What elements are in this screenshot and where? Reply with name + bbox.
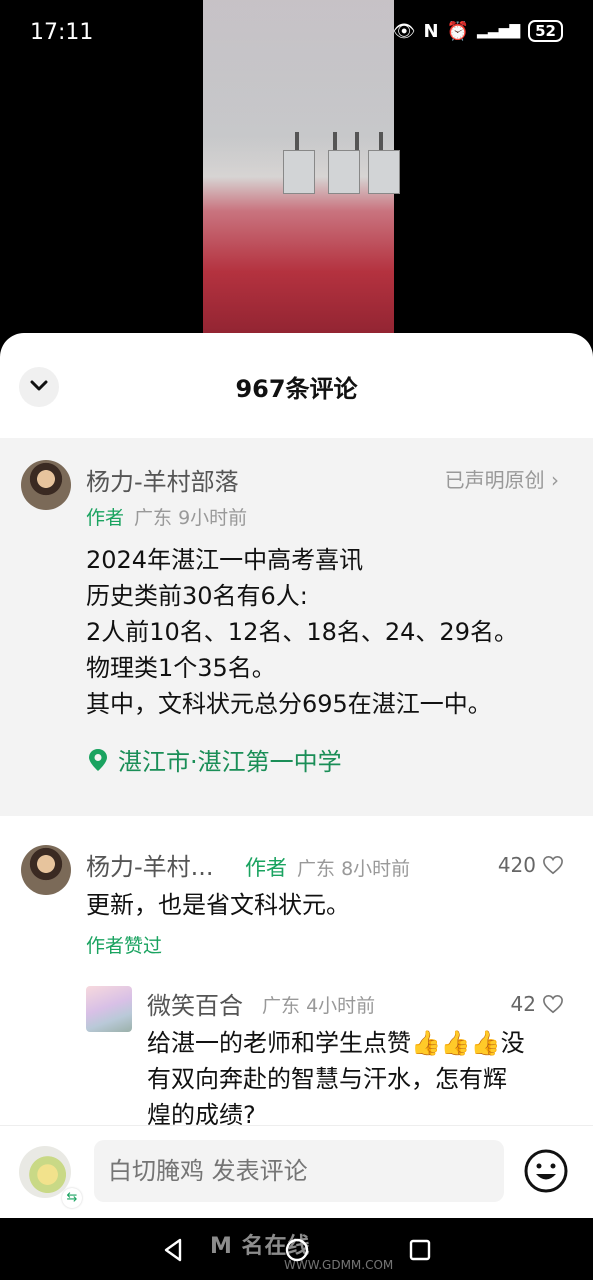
- video-turnstile: [328, 150, 360, 194]
- comment-time: 4小时前: [306, 995, 376, 1017]
- heart-icon: [543, 855, 563, 875]
- eye-icon: 👁: [392, 20, 416, 42]
- heart-icon: [543, 994, 563, 1014]
- comment-region: 广东: [297, 858, 336, 880]
- comment-username[interactable]: 杨力-羊村...: [86, 847, 214, 882]
- comment-body: 给湛一的老师和学生点赞👍👍👍没 有双向奔赴的智慧与汗水，怎有辉 煌的成绩?: [147, 1029, 525, 1129]
- status-time: 17:11: [30, 20, 94, 45]
- switch-account-icon[interactable]: ⇆: [62, 1188, 82, 1208]
- author-tag: 作者: [245, 856, 287, 880]
- comment-sheet: 967条评论 杨力-羊村部落 已声明原创 › 作者 广东 9小时前 2024年湛江…: [0, 333, 593, 1218]
- author-liked-tag: 作者赞过: [86, 935, 163, 957]
- back-icon[interactable]: [162, 1238, 184, 1262]
- comment-username[interactable]: 杨力-羊村部落: [86, 462, 239, 497]
- comment-username[interactable]: 微笑百合: [147, 986, 243, 1021]
- like-count: 42: [510, 992, 536, 1016]
- video-post: [355, 132, 359, 150]
- comment-body: 更新，也是省文科状元。: [86, 891, 350, 919]
- nfc-icon: N: [423, 20, 439, 42]
- watermark-text: M 名在线: [210, 1234, 311, 1259]
- status-icons: 👁 N ⏰ ▂▃▅▇ 52: [393, 20, 563, 42]
- location-pin-icon: [89, 748, 107, 771]
- avatar[interactable]: [21, 460, 71, 510]
- watermark-url: WWW.GDMM.COM: [284, 1258, 394, 1272]
- alarm-icon: ⏰: [446, 20, 470, 42]
- original-claim-link[interactable]: 已声明原创 ›: [445, 464, 559, 493]
- video-post: [295, 132, 299, 150]
- recents-icon[interactable]: [408, 1238, 432, 1262]
- video-player[interactable]: [203, 0, 400, 340]
- pinned-comment[interactable]: 杨力-羊村部落 已声明原创 › 作者 广东 9小时前 2024年湛江一中高考喜讯 …: [0, 438, 593, 816]
- comment-meta: 作者 广东 8小时前: [245, 852, 410, 882]
- comment-body: 2024年湛江一中高考喜讯 历史类前30名有6人: 2人前10名、12名、18名…: [86, 546, 518, 718]
- signal-icon: ▂▃▅▇: [477, 23, 521, 39]
- location-link[interactable]: 湛江市·湛江第一中学: [88, 742, 342, 777]
- comment-region: 广东: [262, 995, 301, 1017]
- comment-composer: ⇆: [0, 1125, 593, 1219]
- comment-meta: 作者 广东 9小时前: [86, 503, 247, 530]
- system-nav-bar: M 名在线 WWW.GDMM.COM: [0, 1218, 593, 1280]
- avatar[interactable]: [86, 986, 132, 1032]
- location-label: 湛江市·湛江第一中学: [118, 748, 342, 776]
- battery-icon: 52: [528, 20, 563, 42]
- comment-region: 广东: [134, 507, 173, 529]
- sheet-header: 967条评论: [0, 333, 593, 438]
- video-turnstile: [368, 150, 400, 194]
- author-tag: 作者: [86, 507, 125, 529]
- comment-time: 8小时前: [341, 858, 411, 880]
- original-claim-label: 已声明原创: [444, 468, 545, 492]
- comment-meta: 广东 4小时前: [262, 991, 375, 1018]
- video-post: [333, 132, 337, 150]
- avatar[interactable]: [21, 845, 71, 895]
- like-count: 420: [497, 853, 536, 877]
- comment-time: 9小时前: [178, 507, 248, 529]
- comment-input[interactable]: [94, 1140, 504, 1202]
- like-button[interactable]: 420: [498, 853, 564, 877]
- emoji-icon[interactable]: [523, 1148, 569, 1194]
- video-turnstile: [283, 150, 315, 194]
- like-button[interactable]: 42: [511, 992, 564, 1016]
- video-post: [379, 132, 383, 150]
- user-avatar[interactable]: [19, 1146, 71, 1198]
- chevron-right-icon: ›: [551, 468, 559, 492]
- comment-count-title: 967条评论: [235, 375, 358, 403]
